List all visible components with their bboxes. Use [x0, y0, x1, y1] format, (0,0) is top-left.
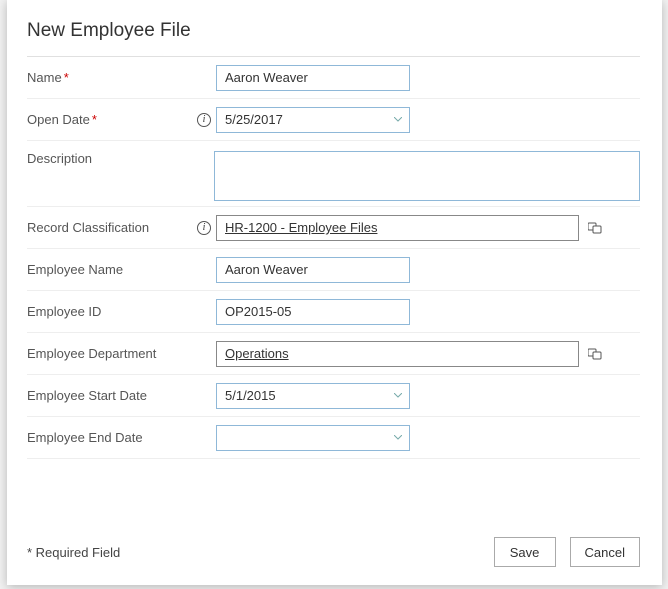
label-emp-id: Employee ID	[27, 304, 192, 319]
emp-name-input[interactable]	[216, 257, 410, 283]
emp-start-value: 5/1/2015	[217, 384, 387, 408]
page-title: New Employee File	[27, 20, 640, 42]
browse-icon[interactable]	[587, 347, 603, 361]
required-star: *	[64, 70, 69, 85]
row-emp-dept: Employee Department Operations	[27, 333, 640, 375]
row-classification: Record Classification i HR-1200 - Employ…	[27, 207, 640, 249]
label-emp-dept: Employee Department	[27, 346, 192, 361]
required-note: * Required Field	[27, 545, 120, 560]
chevron-down-icon	[387, 426, 409, 450]
row-emp-name: Employee Name	[27, 249, 640, 291]
name-input[interactable]	[216, 65, 410, 91]
open-date-value: 5/25/2017	[217, 108, 387, 132]
row-open-date: Open Date* i 5/25/2017	[27, 99, 640, 141]
label-emp-end: Employee End Date	[27, 430, 192, 445]
browse-icon[interactable]	[587, 221, 603, 235]
chevron-down-icon	[387, 108, 409, 132]
emp-dept-picker[interactable]: Operations	[216, 341, 579, 367]
label-open-date: Open Date*	[27, 112, 192, 127]
new-employee-dialog: New Employee File Name* Open Date* i 5/2…	[7, 0, 662, 585]
label-classification: Record Classification	[27, 220, 192, 235]
row-name: Name*	[27, 57, 640, 99]
chevron-down-icon	[387, 384, 409, 408]
label-name: Name*	[27, 70, 192, 85]
emp-end-dropdown[interactable]	[216, 425, 410, 451]
cancel-button[interactable]: Cancel	[570, 537, 640, 567]
dialog-footer: * Required Field Save Cancel	[27, 537, 640, 567]
row-emp-end: Employee End Date	[27, 417, 640, 459]
info-icon[interactable]: i	[197, 113, 211, 127]
label-description: Description	[27, 151, 190, 166]
label-emp-name: Employee Name	[27, 262, 192, 277]
row-emp-id: Employee ID	[27, 291, 640, 333]
emp-end-value	[217, 426, 387, 450]
description-input[interactable]	[214, 151, 640, 201]
open-date-dropdown[interactable]: 5/25/2017	[216, 107, 410, 133]
classification-picker[interactable]: HR-1200 - Employee Files	[216, 215, 579, 241]
emp-id-input[interactable]	[216, 299, 410, 325]
row-description: Description	[27, 141, 640, 207]
row-emp-start: Employee Start Date 5/1/2015	[27, 375, 640, 417]
label-emp-start: Employee Start Date	[27, 388, 192, 403]
emp-start-dropdown[interactable]: 5/1/2015	[216, 383, 410, 409]
info-icon[interactable]: i	[197, 221, 211, 235]
required-star: *	[92, 112, 97, 127]
save-button[interactable]: Save	[494, 537, 556, 567]
